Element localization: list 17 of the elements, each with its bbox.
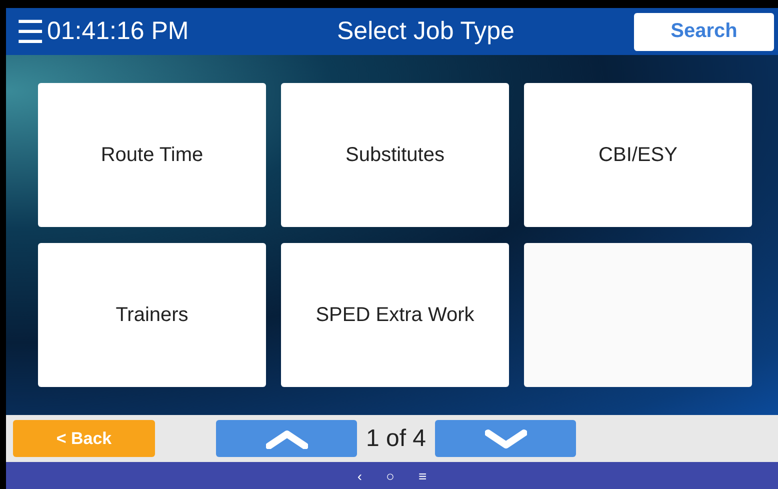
job-type-tile[interactable]: Trainers xyxy=(38,243,266,387)
job-type-tile[interactable]: SPED Extra Work xyxy=(281,243,509,387)
chevron-down-icon xyxy=(484,428,526,448)
job-type-tile[interactable]: CBI/ESY xyxy=(524,83,752,227)
clock: 01:41:16 PM xyxy=(47,17,190,46)
system-home-button[interactable]: ○ xyxy=(386,468,394,482)
system-recents-button[interactable]: ≡ xyxy=(418,468,427,482)
page-indicator: 1 of 4 xyxy=(364,424,428,452)
screen-title: Select Job Type xyxy=(337,17,516,46)
job-type-tile[interactable]: Substitutes xyxy=(281,83,509,227)
chevron-up-icon xyxy=(266,428,308,448)
search-button[interactable]: Search xyxy=(634,12,774,50)
menu-icon[interactable]: ☰ xyxy=(16,16,45,48)
page-up-button[interactable] xyxy=(216,420,357,457)
system-back-button[interactable]: ‹ xyxy=(357,468,362,482)
page-down-button[interactable] xyxy=(435,420,576,457)
job-type-tile[interactable]: Route Time xyxy=(38,83,266,227)
